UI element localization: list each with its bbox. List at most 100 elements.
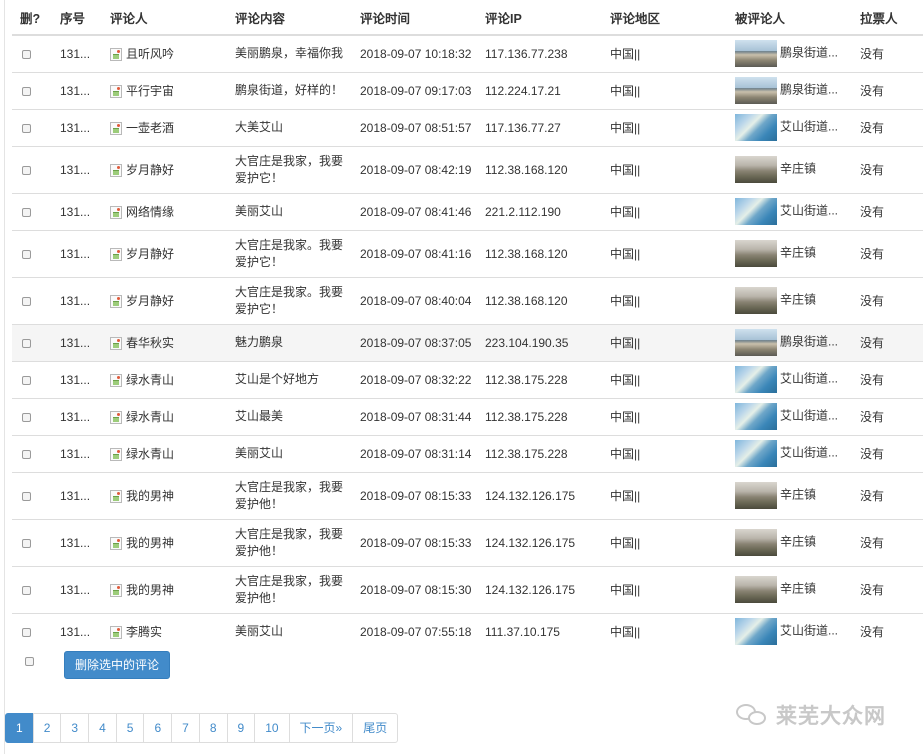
next-page-link[interactable]: 下一页» [288, 713, 354, 743]
row-select-cell [12, 108, 52, 146]
table-row[interactable]: 131... 绿水青山 艾山是个好地方 2018-09-07 08:32:22 112.… [12, 360, 923, 398]
target-name: 辛庄镇 [780, 245, 817, 260]
row-ip: 112.38.168.120 [477, 229, 602, 277]
row-select-cell [12, 565, 52, 613]
row-commenter: 岁月静好 [102, 229, 227, 277]
target-thumbnail [735, 529, 777, 556]
row-id: 131... [52, 108, 102, 146]
row-region: 中国|| [602, 471, 727, 519]
watermark: 莱芜大众网 [736, 700, 886, 730]
page-link-6[interactable]: 6 [143, 713, 173, 743]
target-name: 鹏泉街道... [780, 82, 839, 97]
row-select-checkbox[interactable] [22, 165, 31, 175]
row-content: 美丽艾山 [227, 434, 352, 472]
comments-table: 删? 序号 评论人 评论内容 评论时间 评论IP 评论地区 被评论人 拉票人 1… [12, 0, 923, 650]
row-voter: 没有 [852, 471, 923, 519]
row-ip: 223.104.190.35 [477, 323, 602, 361]
page-link-8[interactable]: 8 [198, 713, 228, 743]
row-select-cell [12, 612, 52, 650]
table-row[interactable]: 131... 李腾实 美丽艾山 2018-09-07 07:55:18 111.37.1… [12, 612, 923, 650]
delete-selected-button[interactable]: 删除选中的评论 [64, 651, 170, 679]
row-region: 中国|| [602, 565, 727, 613]
row-target: 辛庄镇 [727, 145, 852, 193]
row-id: 131... [52, 397, 102, 435]
row-time: 2018-09-07 07:55:18 [352, 612, 477, 650]
row-ip: 124.132.126.175 [477, 518, 602, 566]
page-link-4[interactable]: 4 [88, 713, 117, 743]
row-content: 大官庄是我家。我要爱护它！ [227, 229, 352, 277]
row-select-checkbox[interactable] [22, 296, 31, 306]
commenter-name: 绿水青山 [126, 373, 175, 387]
row-id: 131... [52, 518, 102, 566]
table-row[interactable]: 131... 绿水青山 美丽艾山 2018-09-07 08:31:14 112.38.… [12, 434, 923, 472]
row-voter: 没有 [852, 612, 923, 650]
table-row[interactable]: 131... 岁月静好 大官庄是我家，我要爱护它！ 2018-09-07 08:42:… [12, 145, 923, 193]
row-select-checkbox[interactable] [22, 123, 31, 133]
table-row[interactable]: 131... 一壶老酒 大美艾山 2018-09-07 08:51:57 117.136… [12, 108, 923, 146]
row-select-checkbox[interactable] [22, 412, 31, 422]
table-row[interactable]: 131... 我的男神 大官庄是我家，我要爱护他！ 2018-09-07 08:15:… [12, 565, 923, 613]
table-row[interactable]: 131... 且听风吟 美丽鹏泉，幸福你我 2018-09-07 10:18:32 11… [12, 34, 923, 72]
table-row[interactable]: 131... 岁月静好 大官庄是我家。我要爱护它！ 2018-09-07 08:40:… [12, 276, 923, 324]
row-select-checkbox[interactable] [22, 207, 31, 217]
target-name: 辛庄镇 [780, 292, 817, 307]
row-target: 鹏泉街道... [727, 34, 852, 72]
row-select-checkbox[interactable] [22, 338, 31, 348]
target-thumbnail [735, 287, 777, 314]
row-select-cell [12, 434, 52, 472]
row-select-checkbox[interactable] [22, 538, 31, 548]
target-thumbnail [735, 403, 777, 430]
target-name: 鹏泉街道... [780, 334, 839, 349]
row-voter: 没有 [852, 108, 923, 146]
row-time: 2018-09-07 10:18:32 [352, 34, 477, 72]
row-target: 辛庄镇 [727, 471, 852, 519]
page-link-5[interactable]: 5 [115, 713, 145, 743]
avatar-broken-image-icon [110, 206, 122, 219]
avatar-broken-image-icon [110, 337, 122, 350]
row-ip: 117.136.77.238 [477, 34, 602, 72]
table-row[interactable]: 131... 春华秋实 魅力鹏泉 2018-09-07 08:37:05 223.104… [12, 323, 923, 361]
page-link-9[interactable]: 9 [226, 713, 256, 743]
row-commenter: 绿水青山 [102, 360, 227, 398]
row-content: 艾山是个好地方 [227, 360, 352, 398]
row-voter: 没有 [852, 434, 923, 472]
row-content: 艾山最美 [227, 397, 352, 435]
row-select-checkbox[interactable] [22, 628, 31, 638]
last-page-link[interactable]: 尾页 [352, 713, 399, 743]
target-name: 艾山街道... [780, 445, 839, 460]
table-row[interactable]: 131... 网络情缘 美丽艾山 2018-09-07 08:41:46 221.2.1… [12, 192, 923, 230]
row-voter: 没有 [852, 518, 923, 566]
table-row[interactable]: 131... 我的男神 大官庄是我家，我要爱护他！ 2018-09-07 08:15:… [12, 518, 923, 566]
table-row[interactable]: 131... 绿水青山 艾山最美 2018-09-07 08:31:44 112.38.… [12, 397, 923, 435]
table-row[interactable]: 131... 岁月静好 大官庄是我家。我要爱护它！ 2018-09-07 08:41:… [12, 229, 923, 277]
row-select-checkbox[interactable] [22, 50, 31, 60]
page-link-3[interactable]: 3 [60, 713, 90, 743]
row-select-checkbox[interactable] [22, 491, 31, 501]
row-select-checkbox[interactable] [22, 86, 31, 96]
page-link-2[interactable]: 2 [32, 713, 62, 743]
row-time: 2018-09-07 08:32:22 [352, 360, 477, 398]
table-row[interactable]: 131... 我的男神 大官庄是我家，我要爱护他！ 2018-09-07 08:15:… [12, 471, 923, 519]
row-select-checkbox[interactable] [22, 375, 31, 385]
pagination: 1 2 3 4 5 6 7 8 9 10 下一页» 尾页 [5, 713, 399, 743]
table-row[interactable]: 131... 平行宇宙 鹏泉街道，好样的！ 2018-09-07 09:17:03 11… [12, 71, 923, 109]
page-link-1[interactable]: 1 [5, 713, 34, 743]
row-select-checkbox[interactable] [22, 449, 31, 459]
row-select-checkbox[interactable] [22, 585, 31, 595]
row-voter: 没有 [852, 360, 923, 398]
target-thumbnail [735, 576, 777, 603]
avatar-broken-image-icon [110, 626, 122, 640]
row-select-checkbox[interactable] [22, 249, 31, 259]
page-link-7[interactable]: 7 [171, 713, 200, 743]
row-id: 131... [52, 323, 102, 361]
row-id: 131... [52, 229, 102, 277]
select-all-checkbox[interactable] [25, 657, 34, 666]
row-time: 2018-09-07 08:51:57 [352, 108, 477, 146]
page-link-10[interactable]: 10 [254, 713, 290, 743]
target-name: 艾山街道... [780, 623, 839, 638]
row-target: 艾山街道... [727, 360, 852, 398]
avatar-broken-image-icon [110, 48, 122, 62]
target-thumbnail [735, 156, 777, 183]
row-commenter: 网络情缘 [102, 192, 227, 230]
commenter-name: 我的男神 [126, 536, 175, 550]
